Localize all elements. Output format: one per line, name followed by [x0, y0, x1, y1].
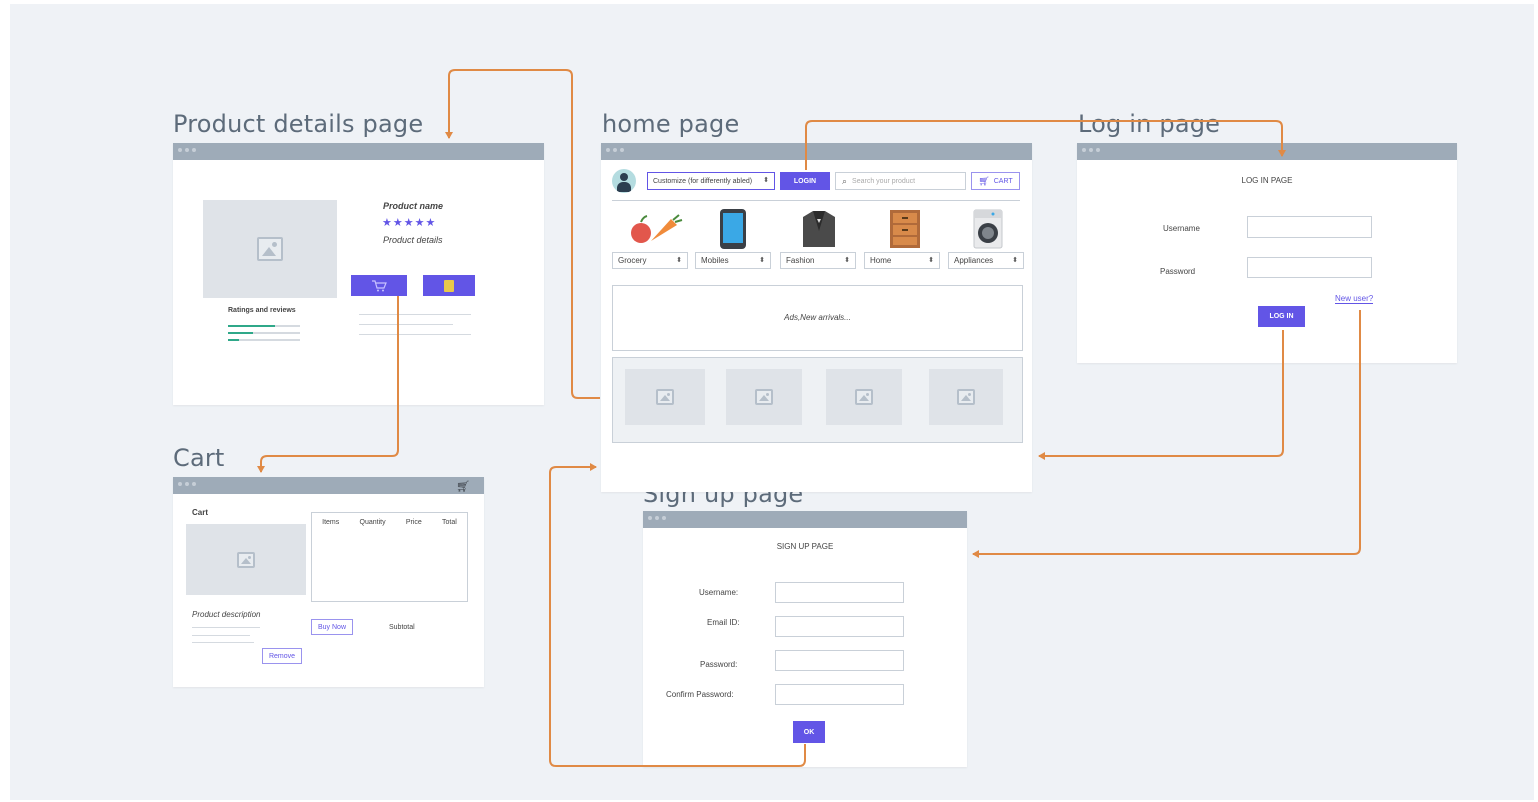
- arrow-home-to-product: [445, 69, 600, 399]
- arrow-newuser-to-signup: [972, 310, 1361, 558]
- arrow-login-to-home: [1038, 330, 1284, 460]
- arrow-signup-to-home: [549, 463, 806, 767]
- arrow-product-to-cart: [257, 296, 399, 473]
- arrow-home-to-login: [805, 120, 1286, 170]
- flow-arrows: [257, 69, 1361, 767]
